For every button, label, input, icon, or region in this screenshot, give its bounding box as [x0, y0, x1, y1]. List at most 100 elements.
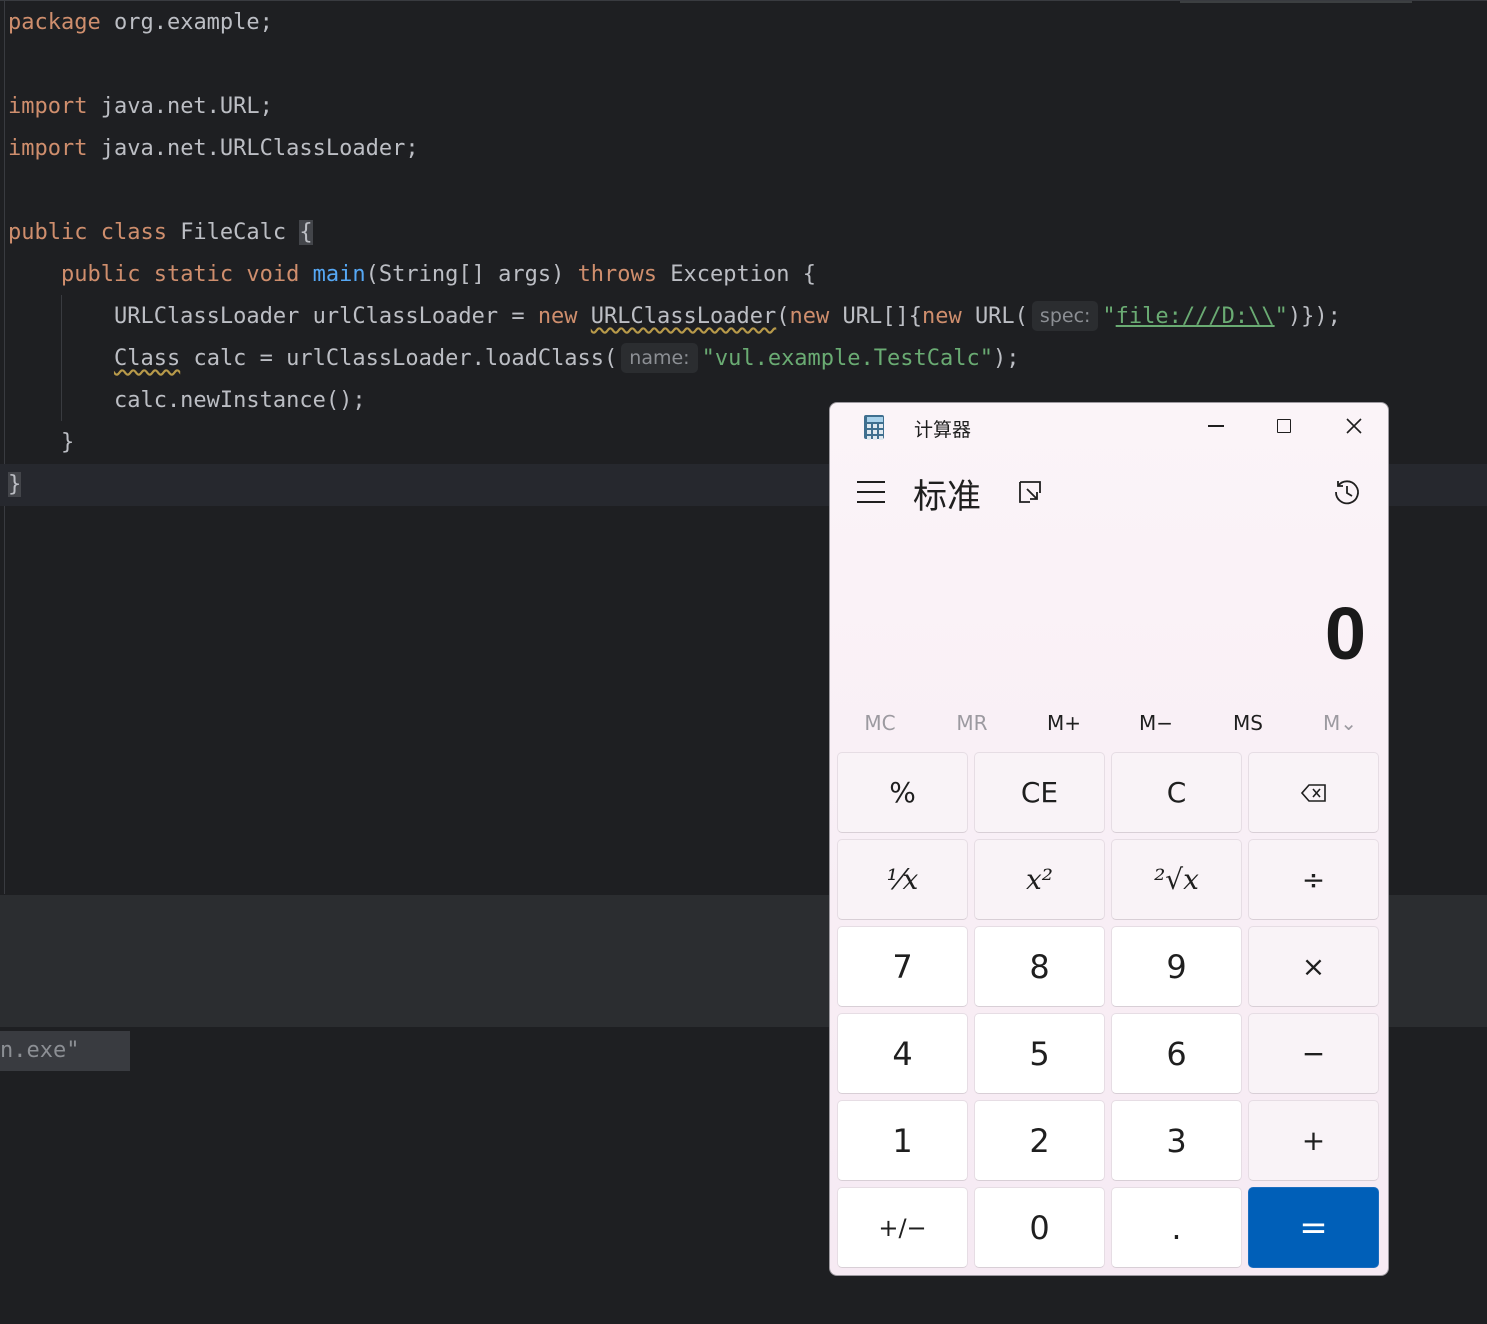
parameter-hint: spec: — [1031, 301, 1099, 331]
square-root-label: ²√x — [1154, 863, 1199, 896]
keypad: % CE C ⅟x x² ²√x ÷ 7 8 9 × 4 5 6 − 1 2 3… — [837, 752, 1383, 1268]
code-token: } — [8, 472, 22, 497]
memory-button[interactable]: MC — [840, 711, 920, 735]
code-token: package — [8, 10, 114, 35]
code-line[interactable]: public class FileCalc { — [8, 212, 1487, 254]
digit-5-button[interactable]: 5 — [974, 1013, 1105, 1094]
code-token: " — [1102, 304, 1116, 329]
percent-button[interactable]: % — [837, 752, 968, 833]
keep-on-top-icon[interactable] — [1017, 479, 1043, 505]
code-line[interactable]: Class calc = urlClassLoader.loadClass(na… — [8, 338, 1487, 380]
code-line[interactable]: import java.net.URLClassLoader; — [8, 128, 1487, 170]
reciprocal-button[interactable]: ⅟x — [837, 839, 968, 920]
code-token: URL[]{ — [842, 304, 922, 329]
calculator-window[interactable]: 计算器 标准 0 MC MR M+ M− MS M⌄ % CE C ⅟x x² … — [829, 402, 1389, 1276]
divide-button[interactable]: ÷ — [1248, 839, 1379, 920]
navigation-menu-button[interactable] — [857, 481, 885, 503]
digit-3-button[interactable]: 3 — [1111, 1100, 1242, 1181]
code-token: )}); — [1287, 304, 1341, 329]
code-token: java.net.URLClassLoader; — [100, 136, 419, 161]
code-token: ( — [776, 304, 790, 329]
memory-button[interactable]: M− — [1116, 711, 1196, 735]
minimize-icon — [1208, 425, 1224, 427]
code-token: calc = urlClassLoader.loadClass( — [180, 346, 618, 371]
reciprocal-label: ⅟x — [886, 863, 919, 896]
digit-6-button[interactable]: 6 — [1111, 1013, 1242, 1094]
window-title: 计算器 — [914, 419, 972, 441]
close-icon — [1346, 418, 1362, 434]
code-line[interactable]: URLClassLoader urlClassLoader = new URLC… — [8, 296, 1487, 338]
digit-0-button[interactable]: 0 — [974, 1187, 1105, 1268]
memory-row: MC MR M+ M− MS M⌄ — [834, 703, 1386, 743]
code-token: URL( — [974, 304, 1028, 329]
digit-1-button[interactable]: 1 — [837, 1100, 968, 1181]
square-label: x² — [1025, 863, 1053, 896]
hamburger-icon — [857, 481, 885, 483]
code-line[interactable]: public static void main(String[] args) t… — [8, 254, 1487, 296]
multiply-button[interactable]: × — [1248, 926, 1379, 1007]
code-token: org.example; — [113, 10, 273, 35]
memory-button[interactable]: M⌄ — [1300, 711, 1380, 735]
mode-bar: 标准 — [830, 463, 1388, 523]
clear-button[interactable]: C — [1111, 752, 1242, 833]
code-token: file:///D:\\ — [1115, 304, 1275, 329]
code-line[interactable] — [8, 44, 1487, 86]
code-token: main — [312, 262, 366, 287]
digit-2-button[interactable]: 2 — [974, 1100, 1105, 1181]
backspace-icon — [1300, 783, 1326, 802]
memory-button[interactable]: M+ — [1024, 711, 1104, 735]
code-token: throws — [577, 262, 671, 287]
code-token: FileCalc — [180, 220, 300, 245]
code-token: calc.newInstance(); — [8, 388, 366, 413]
mode-title: 标准 — [913, 477, 981, 517]
code-token: "vul.example.TestCalc" — [701, 346, 993, 371]
digit-7-button[interactable]: 7 — [837, 926, 968, 1007]
code-token: Exception { — [670, 262, 816, 287]
code-token: ); — [993, 346, 1020, 371]
digit-4-button[interactable]: 4 — [837, 1013, 968, 1094]
negate-button[interactable]: +/− — [837, 1187, 968, 1268]
memory-button[interactable]: MR — [932, 711, 1012, 735]
console-command-line[interactable]: n.exe" ... — [0, 1031, 130, 1071]
digit-8-button[interactable]: 8 — [974, 926, 1105, 1007]
code-token: import — [8, 94, 101, 119]
code-token: " — [1274, 304, 1288, 329]
minimize-button[interactable] — [1182, 403, 1250, 449]
code-line[interactable] — [8, 170, 1487, 212]
backspace-button[interactable] — [1248, 752, 1379, 833]
close-button[interactable] — [1320, 403, 1388, 449]
code-line[interactable]: package org.example; — [8, 2, 1487, 44]
code-token: public static void — [60, 262, 313, 287]
code-token: java.net.URL; — [100, 94, 273, 119]
plus-button[interactable]: + — [1248, 1100, 1379, 1181]
code-token: new — [789, 304, 843, 329]
code-token: new — [921, 304, 975, 329]
calculator-app-icon — [864, 415, 884, 440]
code-token: } — [8, 430, 75, 455]
title-bar[interactable]: 计算器 — [830, 403, 1388, 449]
maximize-button[interactable] — [1250, 403, 1318, 449]
code-line[interactable]: import java.net.URL; — [8, 86, 1487, 128]
result-display: 0 — [1324, 592, 1366, 675]
equals-button[interactable]: = — [1248, 1187, 1379, 1268]
code-token: import — [8, 136, 101, 161]
gutter-border — [4, 1, 5, 895]
code-token: URLClassLoader urlClassLoader = — [8, 304, 538, 329]
maximize-icon — [1277, 419, 1291, 433]
decimal-button[interactable]: . — [1111, 1187, 1242, 1268]
code-token: public class — [8, 220, 181, 245]
code-token: { — [299, 220, 313, 245]
digit-9-button[interactable]: 9 — [1111, 926, 1242, 1007]
square-button[interactable]: x² — [974, 839, 1105, 920]
code-token: URLClassLoader — [590, 304, 777, 329]
memory-button[interactable]: MS — [1208, 711, 1288, 735]
clear-entry-button[interactable]: CE — [974, 752, 1105, 833]
code-token: (String[] args) — [365, 262, 578, 287]
parameter-hint: name: — [621, 343, 698, 373]
square-root-button[interactable]: ²√x — [1111, 839, 1242, 920]
minus-button[interactable]: − — [1248, 1013, 1379, 1094]
history-icon[interactable] — [1332, 477, 1362, 507]
code-token: Class — [113, 346, 181, 371]
